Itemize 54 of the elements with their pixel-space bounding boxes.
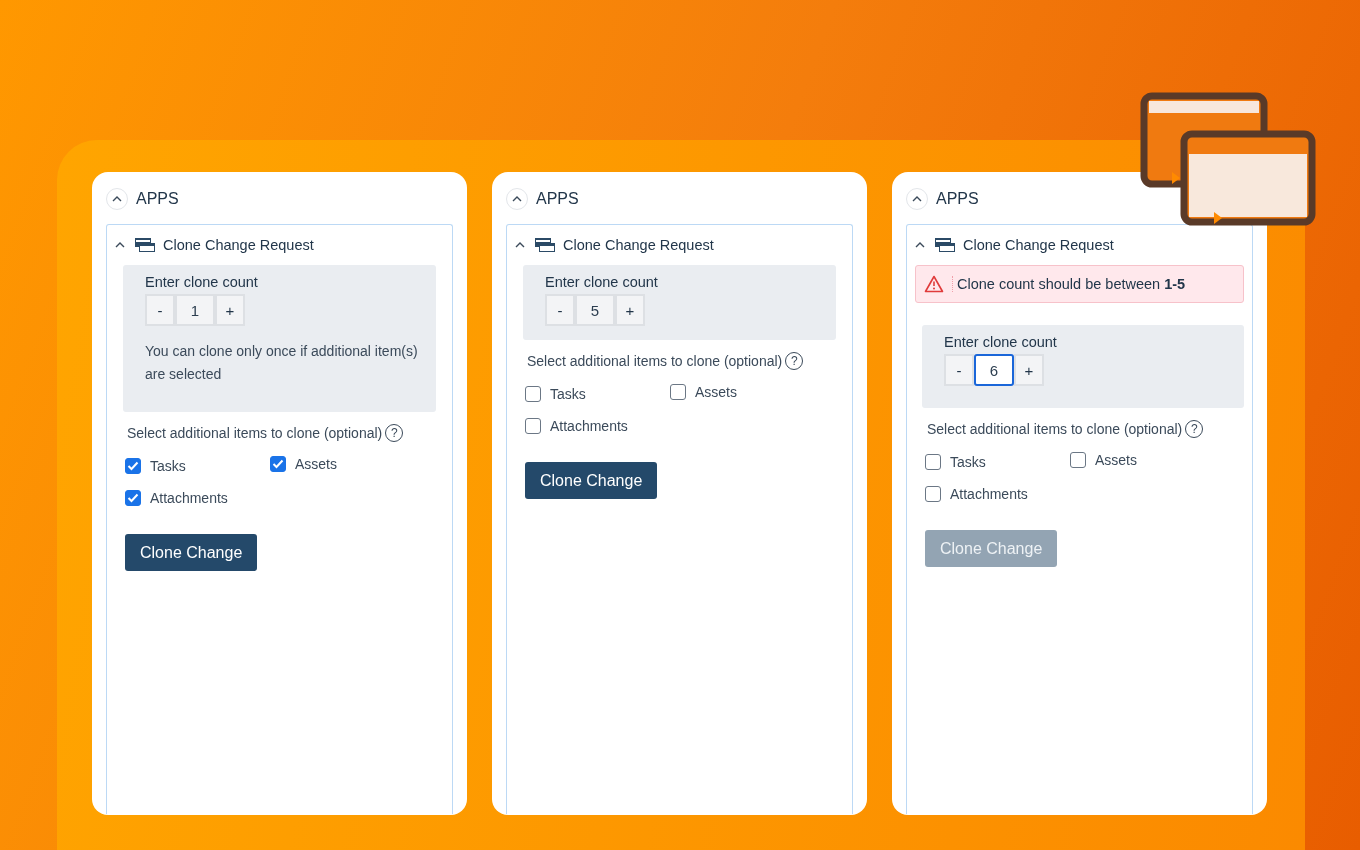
clone-change-button[interactable]: Clone Change — [125, 534, 258, 571]
chevron-up-icon[interactable] — [115, 242, 125, 248]
card-stack-icon — [535, 238, 555, 252]
section-title: APPS — [536, 190, 579, 208]
decrement-button[interactable]: - — [944, 354, 974, 386]
field-label: Enter clone count — [145, 274, 258, 290]
increment-button[interactable]: + — [215, 294, 245, 326]
warning-icon — [924, 275, 944, 293]
checkbox[interactable] — [125, 490, 141, 506]
count-input[interactable]: 1 — [175, 294, 215, 326]
options-label: Select additional items to clone (optional) — [527, 353, 783, 369]
decrement-button[interactable]: - — [545, 294, 575, 326]
checkbox-label: Assets — [295, 456, 337, 472]
section-title: APPS — [936, 190, 979, 208]
checkbox[interactable] — [125, 458, 141, 474]
checkbox-label: Attachments — [950, 486, 1028, 502]
increment-button[interactable]: + — [615, 294, 645, 326]
field-label: Enter clone count — [545, 274, 658, 290]
card-stack-icon — [135, 238, 155, 252]
chevron-up-icon[interactable] — [915, 242, 925, 248]
windows-icon — [1140, 92, 1318, 228]
checkbox[interactable] — [925, 486, 941, 502]
checkbox-label: Tasks — [550, 386, 586, 402]
options-label: Select additional items to clone (optional) — [927, 421, 1183, 437]
increment-button[interactable]: + — [1014, 354, 1044, 386]
app-title: Clone Change Request — [963, 237, 1114, 253]
checkbox-label: Assets — [695, 384, 737, 400]
card-stack-icon — [935, 238, 955, 252]
checkbox[interactable] — [270, 456, 286, 472]
checkbox[interactable] — [525, 386, 541, 402]
app-title: Clone Change Request — [163, 237, 314, 253]
checkbox[interactable] — [670, 384, 686, 400]
checkbox-label: Attachments — [550, 418, 628, 434]
checkbox[interactable] — [1070, 452, 1086, 468]
checkbox[interactable] — [925, 454, 941, 470]
error-message: Clone count should be between 1-5 — [952, 276, 1186, 292]
hint-text: You can clone only once if additional item(s) are selected — [145, 342, 419, 384]
count-input[interactable]: 6 — [974, 354, 1014, 386]
checkbox[interactable] — [525, 418, 541, 434]
app-title: Clone Change Request — [563, 237, 714, 253]
field-label: Enter clone count — [944, 334, 1057, 350]
checkbox-label: Attachments — [150, 490, 228, 506]
checkbox-label: Tasks — [950, 454, 986, 470]
chevron-up-icon[interactable] — [515, 242, 525, 248]
checkbox-label: Tasks — [150, 458, 186, 474]
options-label: Select additional items to clone (optional) — [127, 425, 383, 441]
count-input[interactable]: 5 — [575, 294, 615, 326]
section-title: APPS — [136, 190, 179, 208]
checkbox-label: Assets — [1095, 452, 1137, 468]
decrement-button[interactable]: - — [145, 294, 175, 326]
clone-change-button[interactable]: Clone Change — [525, 462, 658, 499]
chevron-up-icon — [912, 196, 922, 202]
chevron-up-icon — [512, 196, 522, 202]
chevron-up-icon — [112, 196, 122, 202]
